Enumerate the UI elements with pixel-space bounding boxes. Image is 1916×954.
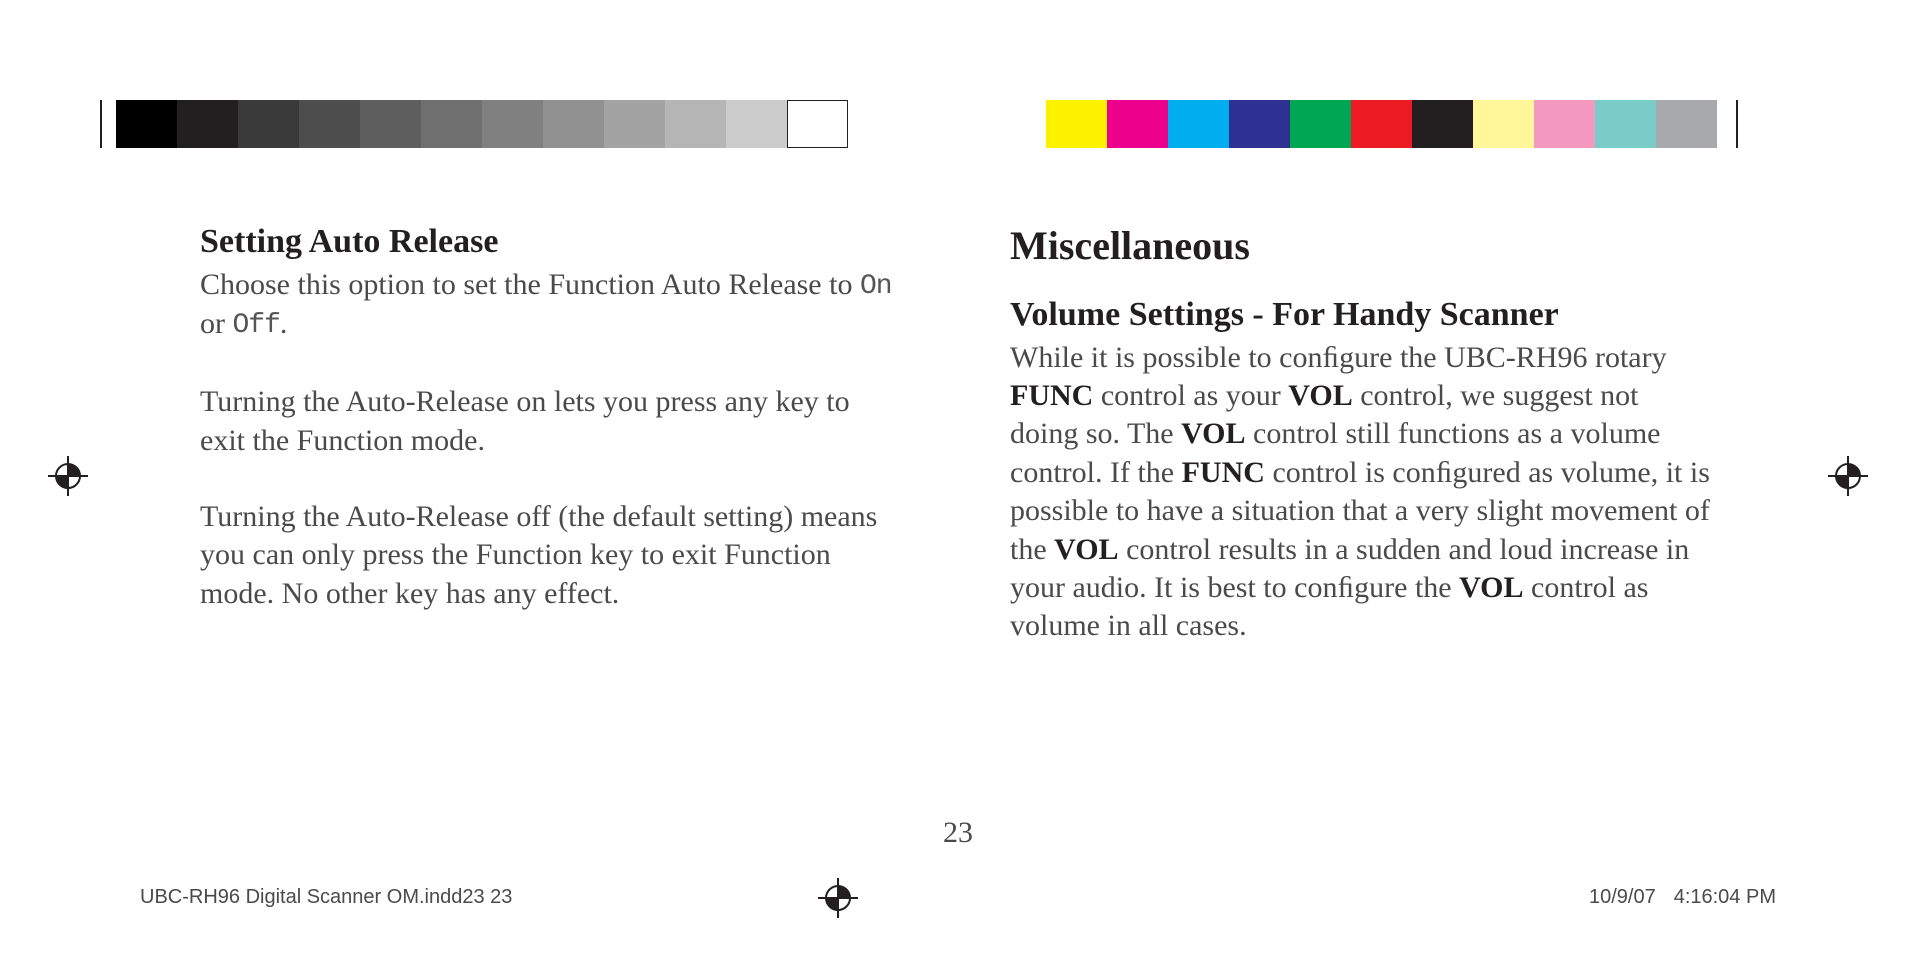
slug-date: 10/9/07 xyxy=(1589,886,1656,908)
paragraph: Turning the Auto-Release on lets you pre… xyxy=(200,383,900,460)
right-column: Miscellaneous Volume Settings - For Hand… xyxy=(1010,220,1710,646)
color-swatch xyxy=(1534,100,1595,148)
bold-term: FUNC xyxy=(1182,456,1265,489)
color-swatch xyxy=(299,100,360,148)
color-swatch xyxy=(482,100,543,148)
bold-term: VOL xyxy=(1181,417,1245,450)
color-swatch xyxy=(360,100,421,148)
bold-term: FUNC xyxy=(1010,379,1093,412)
color-swatch xyxy=(604,100,665,148)
slug-time: 4:16:04 PM xyxy=(1674,886,1776,908)
color-swatch xyxy=(1229,100,1290,148)
color-swatch xyxy=(421,100,482,148)
paragraph: Choose this option to set the Function A… xyxy=(200,266,900,346)
color-swatch xyxy=(238,100,299,148)
color-swatch xyxy=(787,100,848,148)
color-swatch xyxy=(1412,100,1473,148)
body-text: control as your xyxy=(1093,379,1288,412)
body-content: Setting Auto Release Choose this option … xyxy=(200,220,1716,646)
section-heading: Setting Auto Release xyxy=(200,220,900,264)
color-swatch xyxy=(665,100,726,148)
registration-mark-left-icon xyxy=(48,456,88,496)
process-color-bar xyxy=(1046,100,1717,148)
left-column: Setting Auto Release Choose this option … xyxy=(200,220,900,646)
lcd-text-off: Off xyxy=(233,308,280,344)
paragraph: While it is possible to conﬁgure the UBC… xyxy=(1010,339,1710,646)
color-swatch xyxy=(1107,100,1168,148)
bold-term: VOL xyxy=(1054,533,1118,566)
color-swatch xyxy=(1290,100,1351,148)
bold-term: VOL xyxy=(1288,379,1352,412)
color-swatch xyxy=(177,100,238,148)
print-proof-page: Setting Auto Release Choose this option … xyxy=(0,0,1916,954)
color-swatch xyxy=(116,100,177,148)
grayscale-color-bar xyxy=(116,100,848,148)
section-heading: Volume Settings - For Handy Scanner xyxy=(1010,293,1710,337)
color-swatch xyxy=(726,100,787,148)
color-swatch xyxy=(1168,100,1229,148)
body-text: While it is possible to conﬁgure the UBC… xyxy=(1010,341,1667,374)
registration-mark-right-icon xyxy=(1828,456,1868,496)
slug-line: UBC-RH96 Digital Scanner OM.indd23 23 10… xyxy=(140,886,1776,909)
color-swatch xyxy=(1595,100,1656,148)
page-number: 23 xyxy=(943,816,973,850)
paragraph: Turning the Auto-Release off (the defaul… xyxy=(200,498,900,613)
color-bar-tick-icon xyxy=(100,100,102,148)
color-swatch xyxy=(543,100,604,148)
color-swatch xyxy=(1351,100,1412,148)
color-bar-tick-icon xyxy=(1736,100,1738,148)
body-text: . xyxy=(280,307,288,340)
lcd-text-on: On xyxy=(860,269,892,305)
color-swatch xyxy=(1046,100,1107,148)
body-text: Choose this option to set the Function A… xyxy=(200,268,860,301)
slug-filename: UBC-RH96 Digital Scanner OM.indd23 23 xyxy=(140,886,512,909)
color-swatch xyxy=(1656,100,1717,148)
slug-timestamp: 10/9/07 4:16:04 PM xyxy=(1571,886,1776,909)
chapter-heading: Miscellaneous xyxy=(1010,220,1710,271)
color-swatch xyxy=(1473,100,1534,148)
body-text: or xyxy=(200,307,233,340)
bold-term: VOL xyxy=(1459,571,1523,604)
